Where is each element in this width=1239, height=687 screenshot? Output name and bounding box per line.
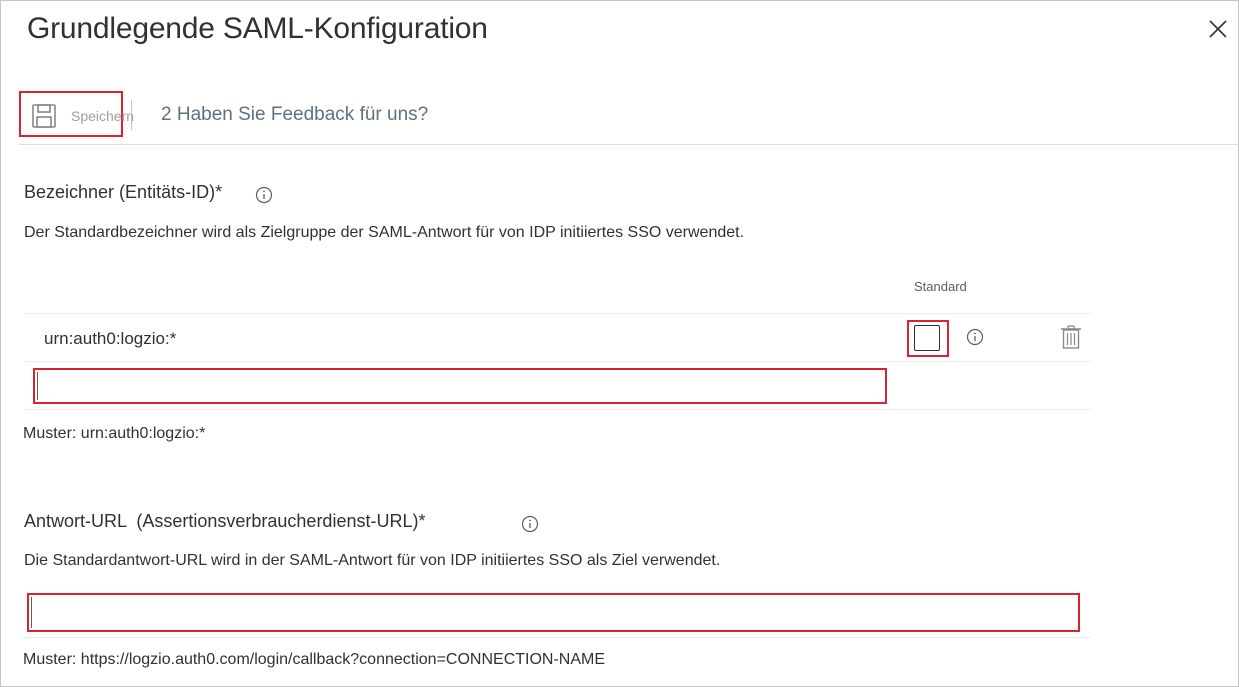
save-icon <box>32 104 56 128</box>
dialog-title: Grundlegende SAML-Konfiguration <box>27 12 488 45</box>
info-icon[interactable] <box>255 186 273 204</box>
input-caret <box>37 372 38 400</box>
row-divider <box>24 313 1091 314</box>
trash-icon[interactable] <box>1060 325 1082 349</box>
identifier-input[interactable] <box>33 368 887 404</box>
info-icon[interactable] <box>521 515 539 533</box>
row-divider <box>24 361 1091 362</box>
reply-url-label: Antwort-URL (Assertionsverbraucherdienst… <box>24 511 426 531</box>
save-button-label: Speichern <box>71 108 135 124</box>
standard-checkbox[interactable] <box>914 325 940 351</box>
feedback-link[interactable]: 2 Haben Sie Feedback für uns? <box>161 104 428 126</box>
toolbar-divider <box>131 100 132 130</box>
close-button[interactable] <box>1205 16 1231 42</box>
reply-url-pattern: Muster: https://logzio.auth0.com/login/c… <box>23 651 606 668</box>
identifier-row-value: urn:auth0:logzio:* <box>44 329 177 348</box>
close-icon <box>1209 20 1227 38</box>
reply-url-description: Die Standardantwort-URL wird in der SAML… <box>24 552 721 569</box>
input-caret <box>31 597 32 628</box>
reply-url-input[interactable] <box>27 593 1080 632</box>
row-divider <box>24 637 1091 638</box>
standard-column-header: Standard <box>914 279 967 294</box>
identifier-description: Der Standardbezeichner wird als Zielgrup… <box>24 224 745 241</box>
info-icon[interactable] <box>966 328 984 346</box>
row-divider <box>24 409 1091 410</box>
identifier-pattern: Muster: urn:auth0:logzio:* <box>23 425 206 442</box>
toolbar-divider-horizontal <box>19 144 1239 145</box>
identifier-label: Bezeichner (Entitäts-ID)* <box>24 182 223 202</box>
